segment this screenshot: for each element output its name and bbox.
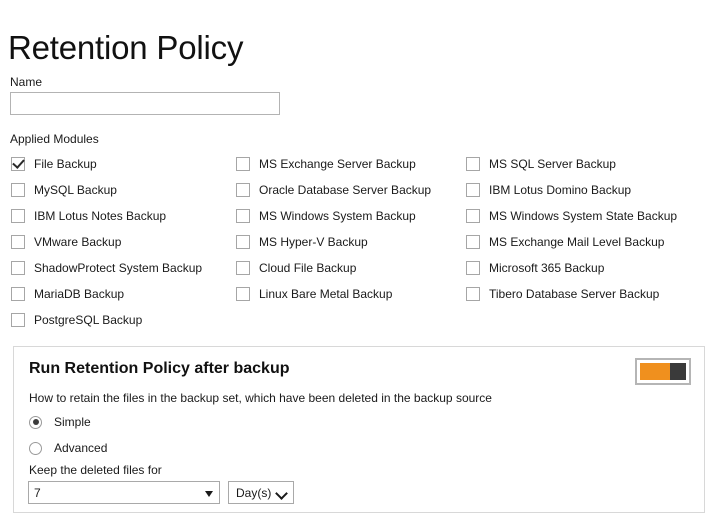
module-checkbox-row[interactable]: ShadowProtect System Backup [11,255,236,281]
module-checkbox-row[interactable]: MS SQL Server Backup [466,151,720,177]
module-checkbox-row[interactable]: IBM Lotus Domino Backup [466,177,720,203]
name-input[interactable] [10,92,280,115]
panel-heading: Run Retention Policy after backup [29,360,290,377]
keep-duration-unit-select[interactable]: Day(s) [228,481,294,504]
panel-description: How to retain the files in the backup se… [29,391,492,405]
checkbox-icon[interactable] [11,235,25,249]
module-checkbox-row[interactable]: Oracle Database Server Backup [236,177,466,203]
checkbox-icon[interactable] [466,261,480,275]
keep-duration-unit-value: Day(s) [236,485,272,500]
module-label: MS SQL Server Backup [489,157,616,171]
checkbox-icon[interactable] [236,183,250,197]
module-checkbox-row[interactable]: MS Windows System Backup [236,203,466,229]
module-label: IBM Lotus Domino Backup [489,183,632,197]
module-label: MS Windows System Backup [259,209,416,223]
module-label: MySQL Backup [34,183,117,197]
page-title: Retention Policy [8,29,244,67]
module-label: IBM Lotus Notes Backup [34,209,167,223]
checkbox-icon[interactable] [236,157,250,171]
module-label: VMware Backup [34,235,122,249]
module-label: File Backup [34,157,97,171]
module-checkbox-row[interactable]: Tibero Database Server Backup [466,281,720,307]
retention-duration-controls: 7 Day(s) [28,481,294,504]
module-checkbox-row[interactable]: MariaDB Backup [11,281,236,307]
keep-deleted-files-label: Keep the deleted files for [29,463,162,477]
module-label: Microsoft 365 Backup [489,261,605,275]
checkbox-icon[interactable] [11,313,25,327]
checkbox-icon[interactable] [236,261,250,275]
keep-duration-select[interactable]: 7 [28,481,220,504]
module-label: MS Windows System State Backup [489,209,678,223]
checkbox-icon[interactable] [236,209,250,223]
module-checkbox-row[interactable]: MySQL Backup [11,177,236,203]
module-checkbox-row[interactable]: VMware Backup [11,229,236,255]
checkbox-icon[interactable] [11,157,25,171]
toggle-knob [670,363,686,380]
module-checkbox-row[interactable]: MS Exchange Server Backup [236,151,466,177]
radio-icon[interactable] [29,415,42,429]
checkbox-icon[interactable] [11,261,25,275]
chevron-down-icon [205,490,213,497]
modules-column-3: MS SQL Server Backup IBM Lotus Domino Ba… [466,151,720,307]
module-label: Oracle Database Server Backup [259,183,432,197]
module-label: Cloud File Backup [259,261,357,275]
module-checkbox-row[interactable]: File Backup [11,151,236,177]
module-label: MS Hyper-V Backup [259,235,368,249]
module-checkbox-row[interactable]: MS Exchange Mail Level Backup [466,229,720,255]
checkbox-icon[interactable] [466,235,480,249]
checkbox-icon[interactable] [466,287,480,301]
checkbox-icon[interactable] [236,287,250,301]
module-checkbox-row[interactable]: Cloud File Backup [236,255,466,281]
chevron-down-icon [275,486,288,500]
checkbox-icon[interactable] [466,157,480,171]
module-checkbox-row[interactable]: MS Windows System State Backup [466,203,720,229]
module-label: Linux Bare Metal Backup [259,287,393,301]
checkbox-icon[interactable] [11,209,25,223]
radio-label: Simple [54,415,91,429]
module-label: MS Exchange Mail Level Backup [489,235,665,249]
applied-modules-label: Applied Modules [10,132,99,146]
run-after-backup-toggle[interactable] [635,358,691,385]
checkbox-icon[interactable] [11,183,25,197]
module-label: Tibero Database Server Backup [489,287,660,301]
radio-label: Advanced [54,441,108,455]
module-checkbox-row[interactable]: IBM Lotus Notes Backup [11,203,236,229]
module-label: MariaDB Backup [34,287,125,301]
radio-option-simple[interactable]: Simple [29,413,91,431]
module-label: PostgreSQL Backup [34,313,143,327]
checkbox-icon[interactable] [466,183,480,197]
module-label: ShadowProtect System Backup [34,261,203,275]
modules-column-1: File Backup MySQL Backup IBM Lotus Notes… [11,151,236,333]
checkbox-icon[interactable] [466,209,480,223]
module-checkbox-row[interactable]: MS Hyper-V Backup [236,229,466,255]
module-label: MS Exchange Server Backup [259,157,416,171]
checkbox-icon[interactable] [11,287,25,301]
keep-duration-value: 7 [34,485,41,500]
modules-column-2: MS Exchange Server Backup Oracle Databas… [236,151,466,307]
retention-policy-panel: Run Retention Policy after backup How to… [13,346,705,513]
module-checkbox-row[interactable]: PostgreSQL Backup [11,307,236,333]
toggle-track [640,363,670,380]
radio-option-advanced[interactable]: Advanced [29,439,107,457]
module-checkbox-row[interactable]: Linux Bare Metal Backup [236,281,466,307]
radio-icon[interactable] [29,441,42,455]
name-label: Name [10,75,43,89]
checkbox-icon[interactable] [236,235,250,249]
module-checkbox-row[interactable]: Microsoft 365 Backup [466,255,720,281]
